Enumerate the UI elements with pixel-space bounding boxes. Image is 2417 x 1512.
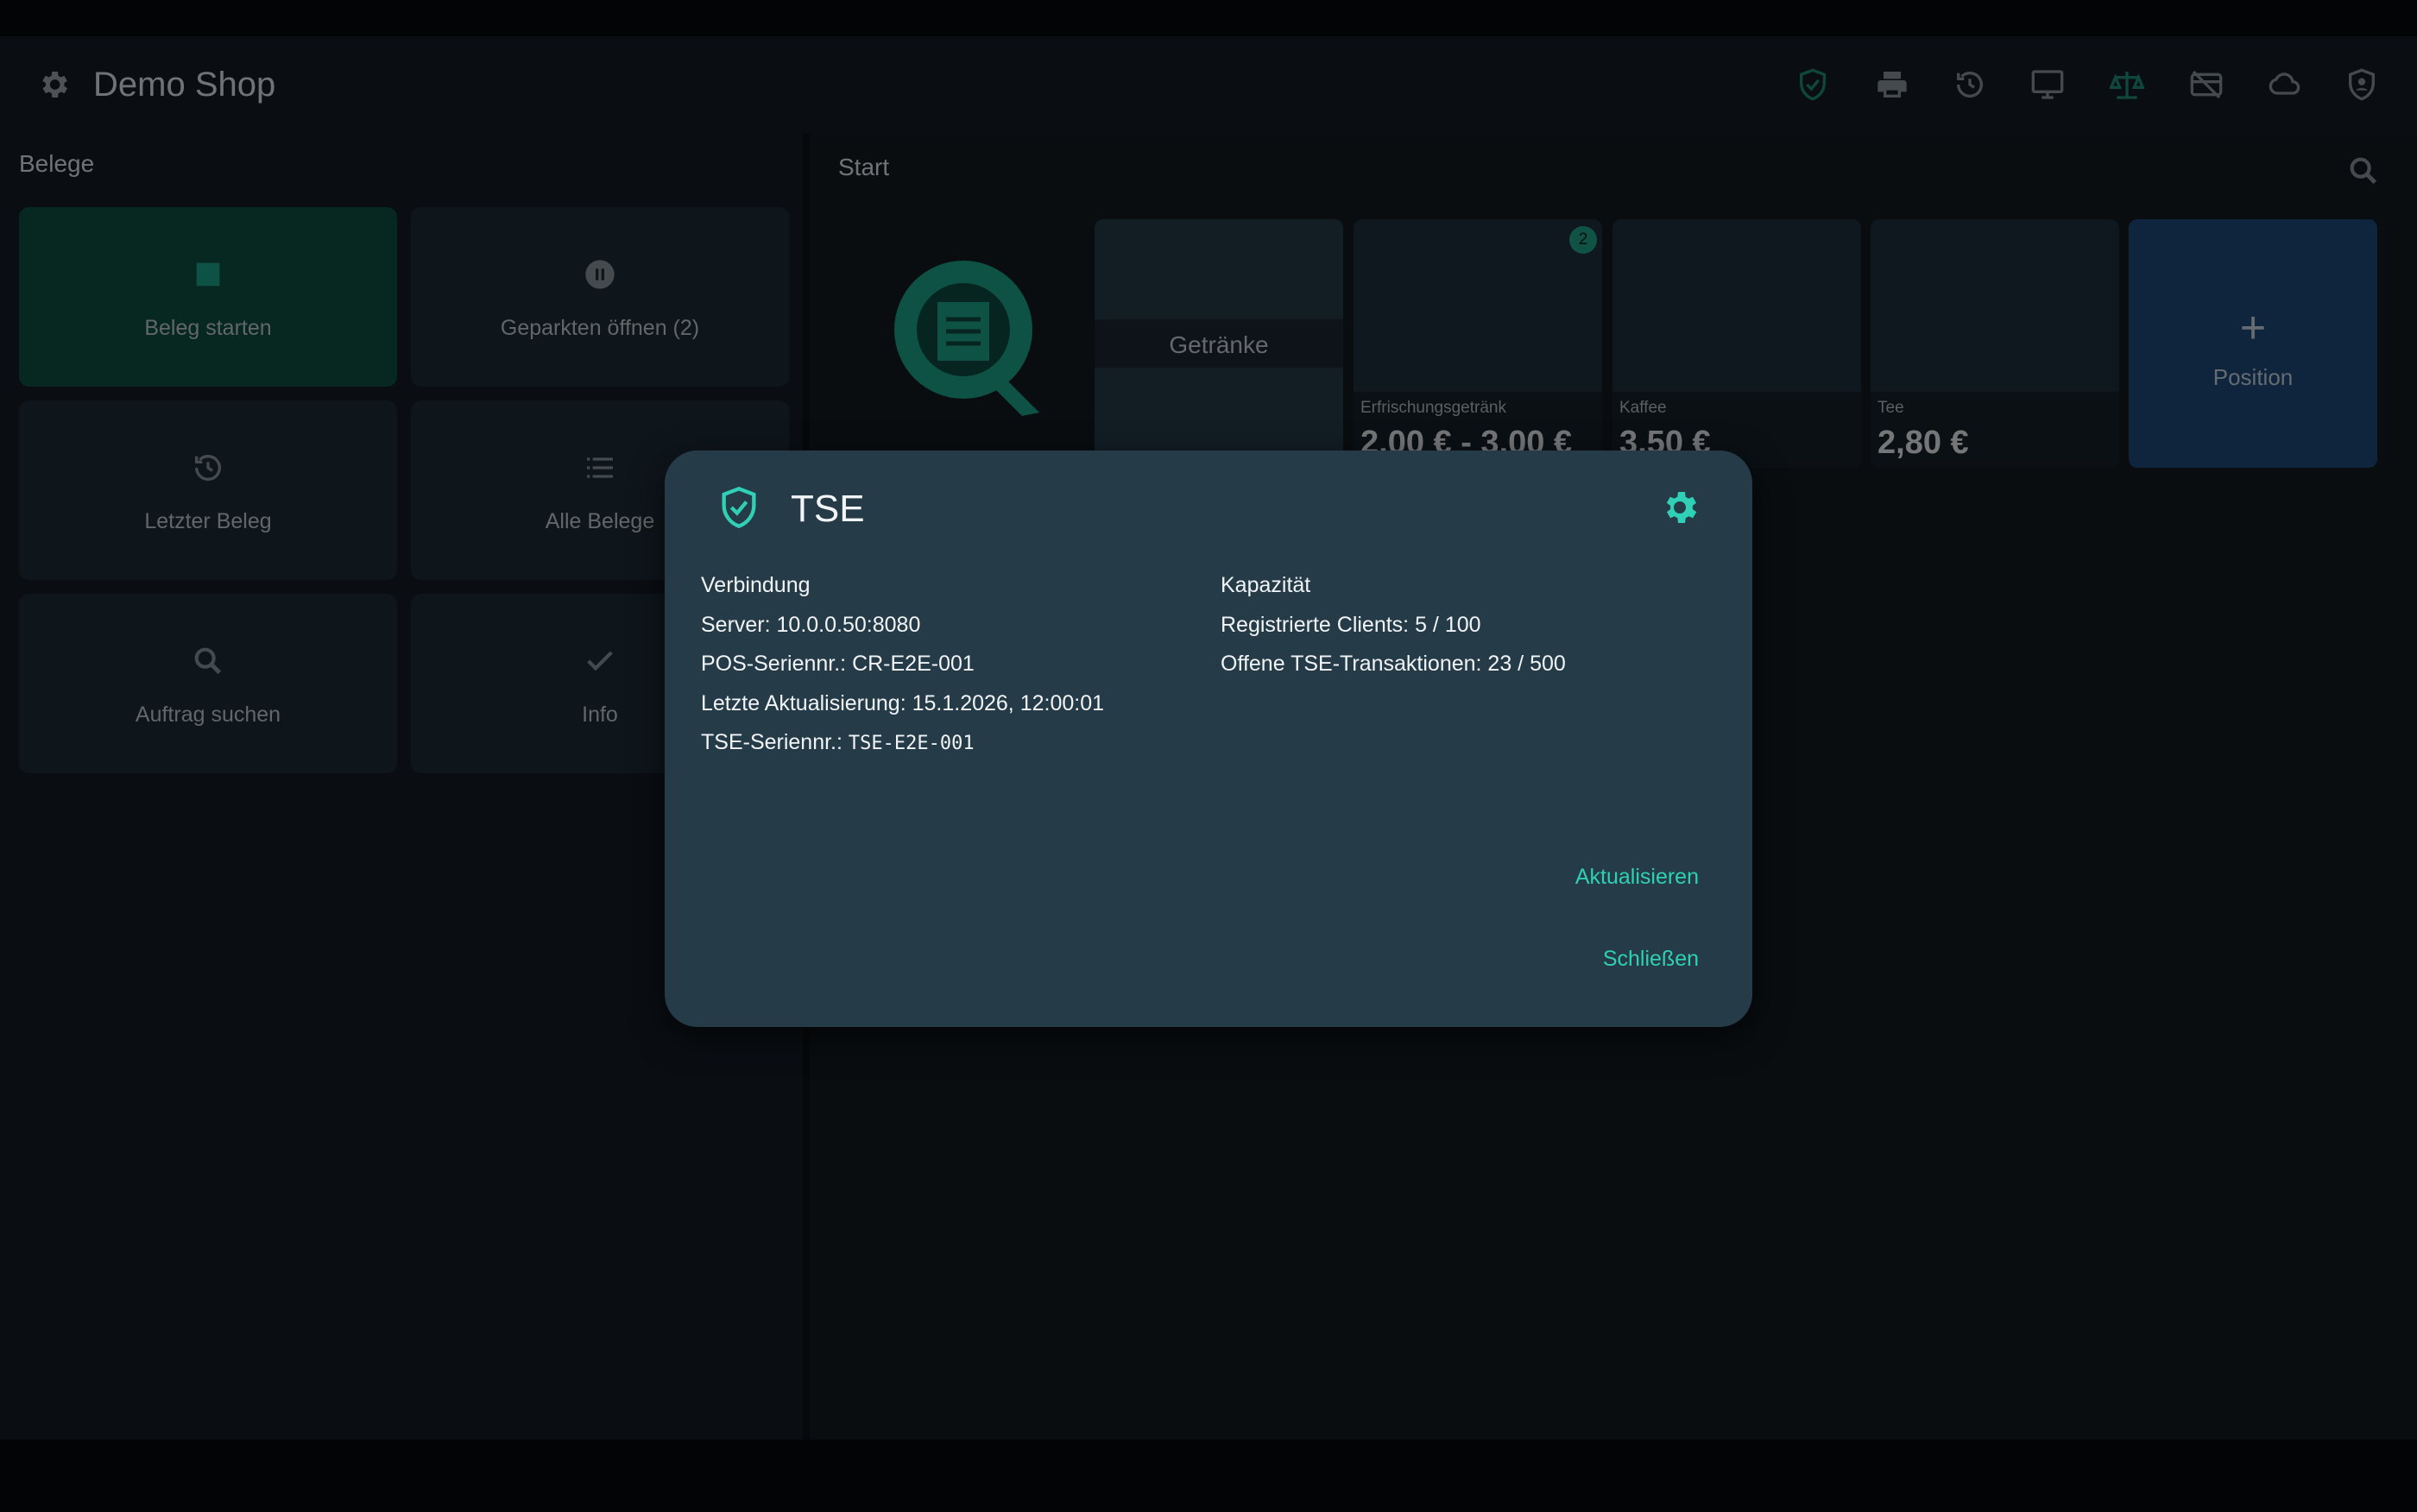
open-transactions: Offene TSE-Transaktionen: 23 / 500 bbox=[1221, 652, 1566, 676]
tse-serial-row: TSE-Seriennr.: TSE-E2E-001 bbox=[701, 723, 1104, 763]
capacity-section: Kapazität Registrierte Clients: 5 / 100 … bbox=[1221, 566, 1566, 684]
update-button[interactable]: Aktualisieren bbox=[1575, 865, 1699, 890]
dialog-title: TSE bbox=[791, 488, 865, 530]
settings-gear-icon[interactable] bbox=[1659, 487, 1701, 528]
last-update: Letzte Aktualisierung: 15.1.2026, 12:00:… bbox=[701, 690, 1105, 715]
tse-dialog: TSE Verbindung Server: 10.0.0.50:8080 PO… bbox=[665, 450, 1752, 1027]
registered-clients: Registrierte Clients: 5 / 100 bbox=[1221, 612, 1481, 637]
server-address: Server: 10.0.0.50:8080 bbox=[701, 612, 921, 637]
tse-serial-label: TSE-Seriennr.: bbox=[701, 730, 849, 754]
close-button[interactable]: Schließen bbox=[1603, 947, 1699, 972]
tse-serial-value: TSE-E2E-001 bbox=[848, 733, 975, 754]
capacity-heading: Kapazität bbox=[1221, 573, 1311, 597]
pos-serial: POS-Seriennr.: CR-E2E-001 bbox=[701, 652, 975, 676]
connection-heading: Verbindung bbox=[701, 573, 811, 597]
shield-check-icon bbox=[722, 487, 756, 528]
connection-section: Verbindung Server: 10.0.0.50:8080 POS-Se… bbox=[701, 566, 1104, 763]
